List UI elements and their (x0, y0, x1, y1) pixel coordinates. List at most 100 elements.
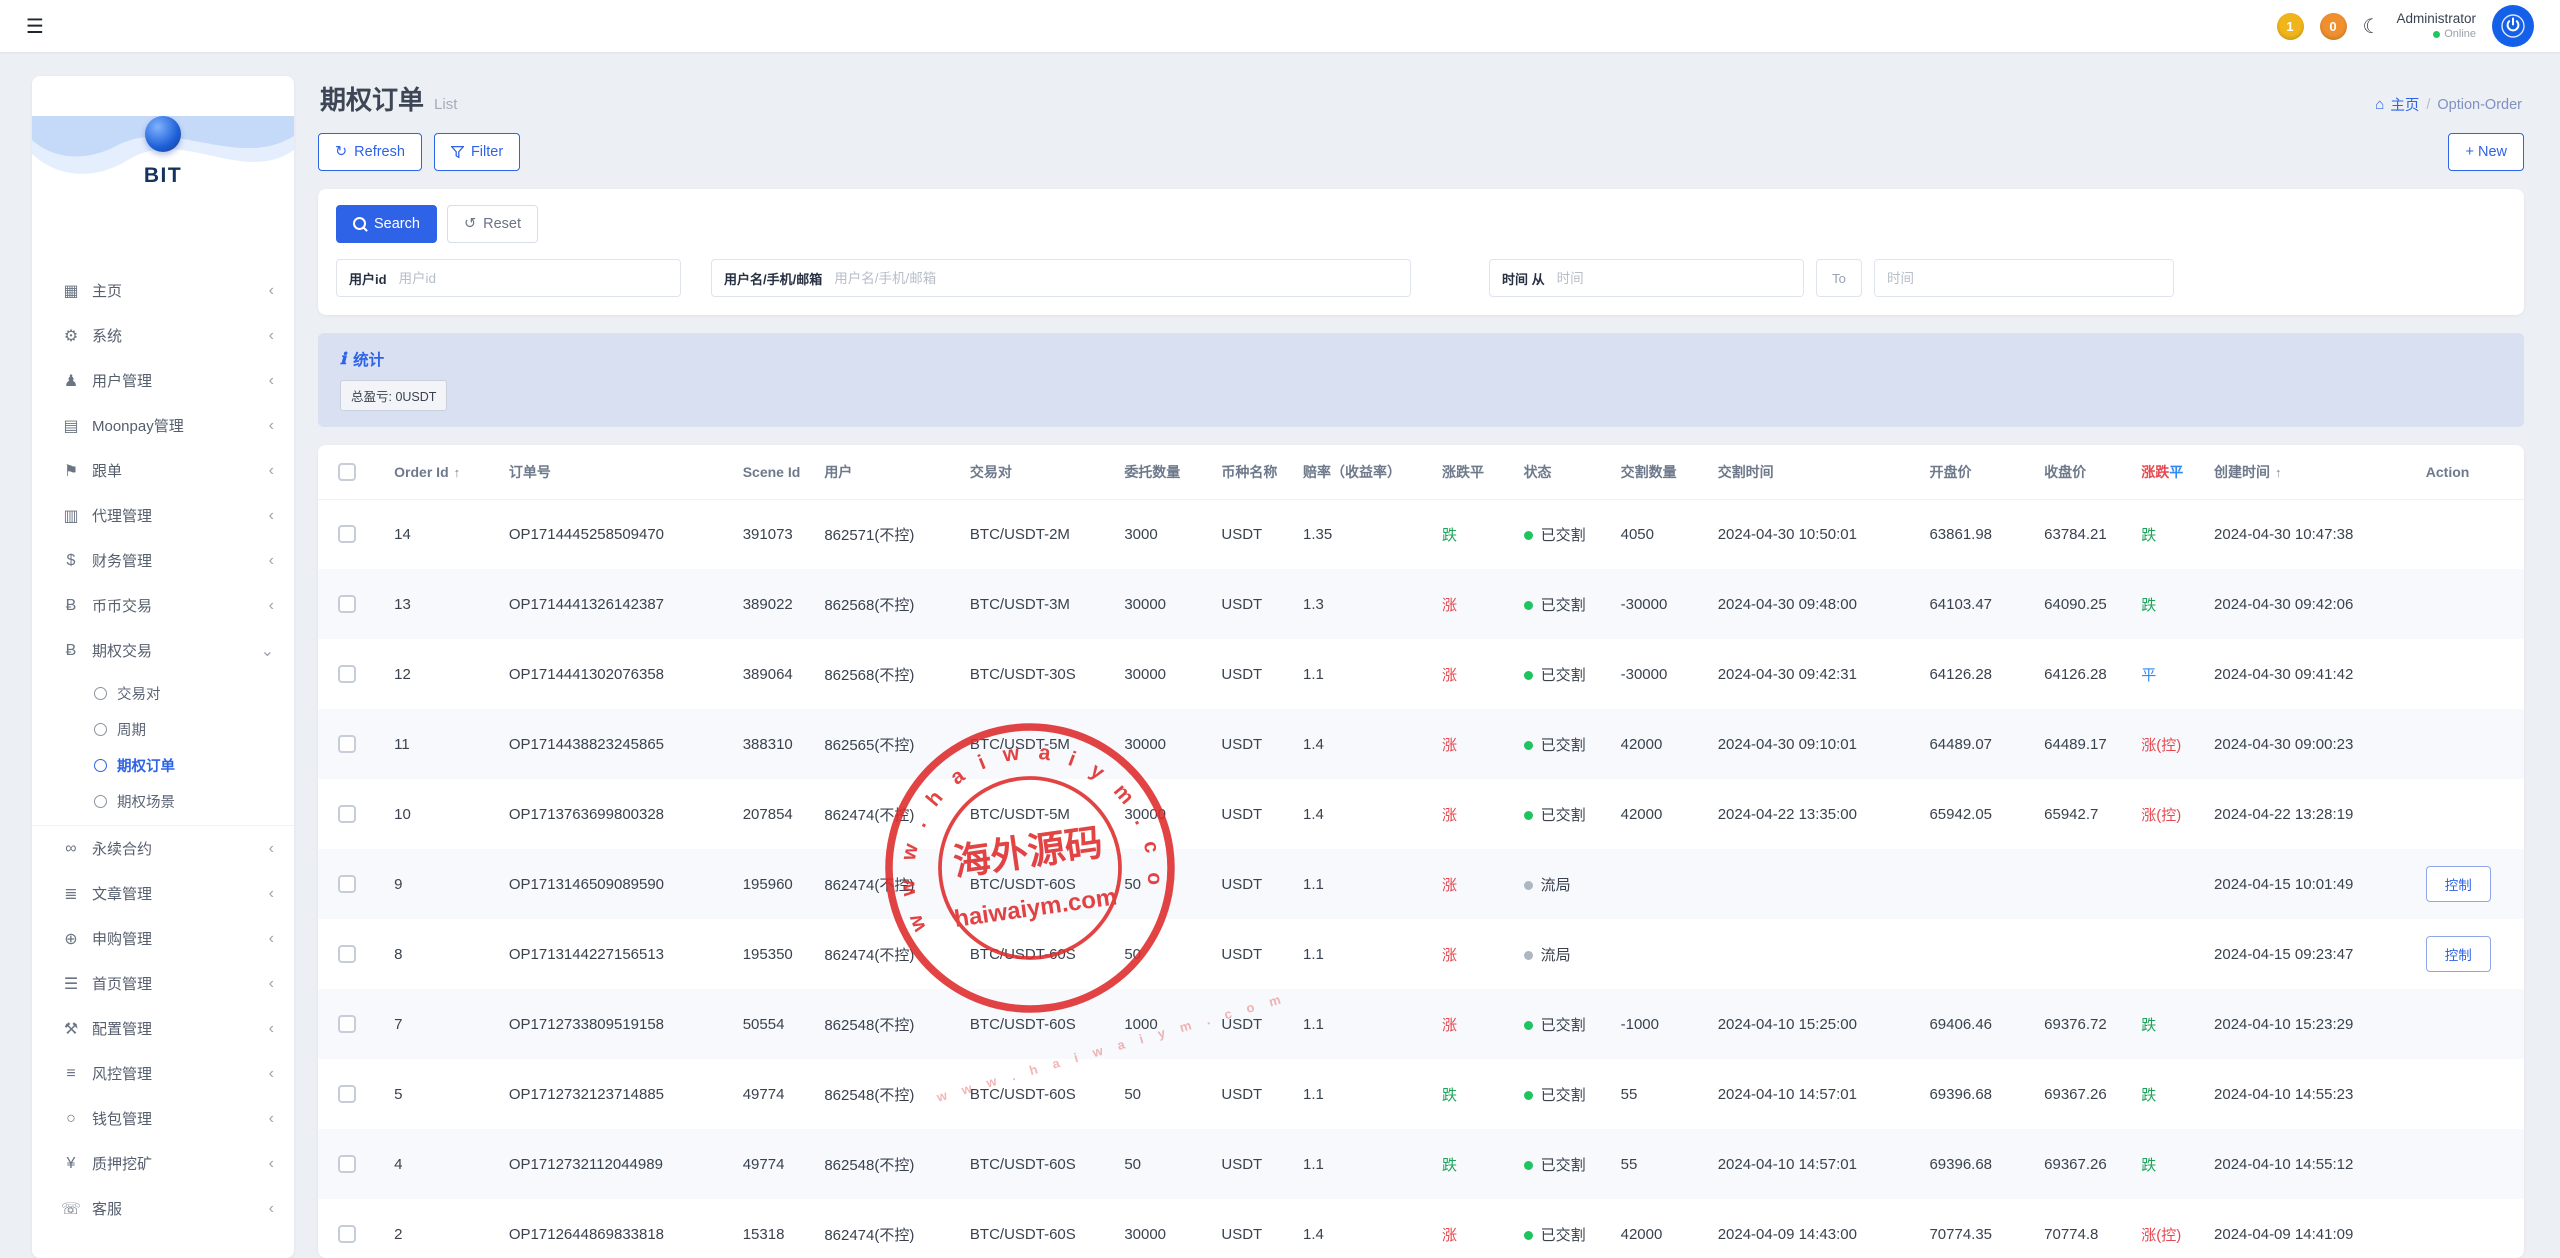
cell-rate: 1.1 (1293, 919, 1432, 989)
sidebar-item-label: 风控管理 (92, 1063, 269, 1084)
cell-pair: BTC/USDT-5M (960, 779, 1114, 849)
refresh-icon: ↻ (335, 144, 347, 160)
breadcrumb-current[interactable]: Option-Order (2437, 97, 2522, 113)
sidebar-item-options[interactable]: Ƀ期权交易⌄ (32, 628, 294, 673)
total-pnl-badge: 总盈亏: 0USDT (340, 380, 447, 411)
status-dot-icon (1524, 1091, 1533, 1100)
cell-action: 控制 (2416, 919, 2524, 989)
sidebar-item-config[interactable]: ⚒配置管理‹ (32, 1006, 294, 1051)
orange-coin-badge[interactable]: 0 (2320, 13, 2347, 40)
gold-coin-badge[interactable]: 1 (2277, 13, 2304, 40)
admin-info[interactable]: Administrator Online (2396, 11, 2476, 42)
sidebar-subitem[interactable]: 周期 (32, 711, 294, 747)
row-checkbox[interactable] (338, 875, 356, 893)
reset-button[interactable]: ↺ Reset (447, 205, 538, 243)
column-header: 交割时间 (1708, 445, 1920, 499)
sidebar-item-staking[interactable]: ¥质押挖矿‹ (32, 1141, 294, 1186)
cell-order-no: OP1712644869833818 (499, 1199, 733, 1258)
row-checkbox[interactable] (338, 945, 356, 963)
options-icon: Ƀ (58, 642, 84, 660)
column-header[interactable]: 创建时间↑ (2204, 445, 2416, 499)
cell-coin: USDT (1211, 709, 1293, 779)
cell-user: 862565(不控) (814, 709, 960, 779)
cell-open-price: 65942.05 (1919, 779, 2034, 849)
row-checkbox[interactable] (338, 1085, 356, 1103)
sidebar-item-label: 期权交易 (92, 640, 261, 661)
new-button[interactable]: + New (2448, 133, 2524, 171)
dark-mode-icon[interactable]: ☾ (2363, 14, 2381, 39)
cell-direction: 跌 (1432, 1129, 1514, 1199)
sidebar-item-label: 永续合约 (92, 838, 269, 859)
sidebar-item-article[interactable]: ≣文章管理‹ (32, 871, 294, 916)
sidebar-subitem[interactable]: 期权订单 (32, 747, 294, 783)
select-all-checkbox[interactable] (338, 463, 356, 481)
cell-checkbox (318, 779, 384, 849)
cell-created: 2024-04-30 09:42:06 (2204, 569, 2416, 639)
row-checkbox[interactable] (338, 525, 356, 543)
filter-actions: Search ↺ Reset (336, 205, 2506, 243)
sidebar-submenu: 交易对周期期权订单期权场景 (32, 673, 294, 826)
sidebar-item-subscribe[interactable]: ⊕申购管理‹ (32, 916, 294, 961)
filter-input[interactable] (834, 260, 1410, 296)
cell-order-id: 12 (384, 639, 499, 709)
sidebar-item-label: 主页 (92, 280, 269, 301)
breadcrumb-home-link[interactable]: ⌂ 主页 (2375, 94, 2419, 115)
filter-button[interactable]: Filter (434, 133, 520, 171)
cell-user: 862474(不控) (814, 849, 960, 919)
sidebar-item-agent[interactable]: ▥代理管理‹ (32, 493, 294, 538)
sidebar-item-spot[interactable]: Ƀ币币交易‹ (32, 583, 294, 628)
sidebar-subitem[interactable]: 期权场景 (32, 783, 294, 819)
sidebar-item-support[interactable]: ☏客服‹ (32, 1186, 294, 1231)
hamburger-menu-icon[interactable]: ☰ (26, 14, 44, 39)
sort-arrow-icon: ↑ (454, 465, 461, 480)
sidebar-item-wallet[interactable]: ○钱包管理‹ (32, 1096, 294, 1141)
cell-created: 2024-04-30 09:00:23 (2204, 709, 2416, 779)
cell-direction: 涨 (1432, 1199, 1514, 1258)
row-checkbox[interactable] (338, 595, 356, 613)
sidebar-item-system[interactable]: ⚙系统‹ (32, 313, 294, 358)
config-icon: ⚒ (58, 1019, 84, 1039)
sidebar-subitem[interactable]: 交易对 (32, 675, 294, 711)
sidebar-item-homepage[interactable]: ☰首页管理‹ (32, 961, 294, 1006)
cell-order-no: OP1714438823245865 (499, 709, 733, 779)
row-checkbox[interactable] (338, 805, 356, 823)
cell-settle-qty: 4050 (1611, 499, 1708, 569)
cell-action (2416, 989, 2524, 1059)
sidebar-item-risk[interactable]: ≡风控管理‹ (32, 1051, 294, 1096)
filter-input-end-time[interactable] (1875, 260, 2173, 296)
sidebar-item-home[interactable]: ▦主页‹ (32, 268, 294, 313)
control-button[interactable]: 控制 (2426, 866, 2491, 902)
sidebar-item-finance[interactable]: $财务管理‹ (32, 538, 294, 583)
cell-scene-id: 389064 (733, 639, 815, 709)
sidebar-item-label: 首页管理 (92, 973, 269, 994)
column-header[interactable]: Order Id↑ (384, 445, 499, 499)
cell-coin: USDT (1211, 779, 1293, 849)
search-button[interactable]: Search (336, 205, 437, 243)
row-checkbox[interactable] (338, 665, 356, 683)
row-checkbox[interactable] (338, 735, 356, 753)
sidebar-item-users[interactable]: ♟用户管理‹ (32, 358, 294, 403)
cell-order-no: OP1713144227156513 (499, 919, 733, 989)
control-button[interactable]: 控制 (2426, 936, 2491, 972)
table-body: 14OP1714445258509470391073862571(不控)BTC/… (318, 499, 2524, 1258)
cell-checkbox (318, 499, 384, 569)
status-dot-icon (1524, 951, 1533, 960)
sidebar-item-moonpay[interactable]: ▤Moonpay管理‹ (32, 403, 294, 448)
cell-coin: USDT (1211, 569, 1293, 639)
chevron-left-icon: ‹ (269, 1200, 274, 1218)
cell-created: 2024-04-10 15:23:29 (2204, 989, 2416, 1059)
subscribe-icon: ⊕ (58, 929, 84, 949)
filter-input[interactable] (1557, 260, 1803, 296)
sidebar-item-follow[interactable]: ⚑跟单‹ (32, 448, 294, 493)
filter-input[interactable] (399, 260, 680, 296)
row-checkbox[interactable] (338, 1225, 356, 1243)
cell-open-price: 64126.28 (1919, 639, 2034, 709)
row-checkbox[interactable] (338, 1015, 356, 1033)
cell-user: 862548(不控) (814, 1059, 960, 1129)
refresh-button[interactable]: ↻ Refresh (318, 133, 422, 171)
cell-open-price (1919, 919, 2034, 989)
row-checkbox[interactable] (338, 1155, 356, 1173)
avatar[interactable] (2492, 5, 2534, 47)
cell-qty: 30000 (1114, 1199, 1211, 1258)
sidebar-item-perpetual[interactable]: ∞永续合约‹ (32, 826, 294, 871)
